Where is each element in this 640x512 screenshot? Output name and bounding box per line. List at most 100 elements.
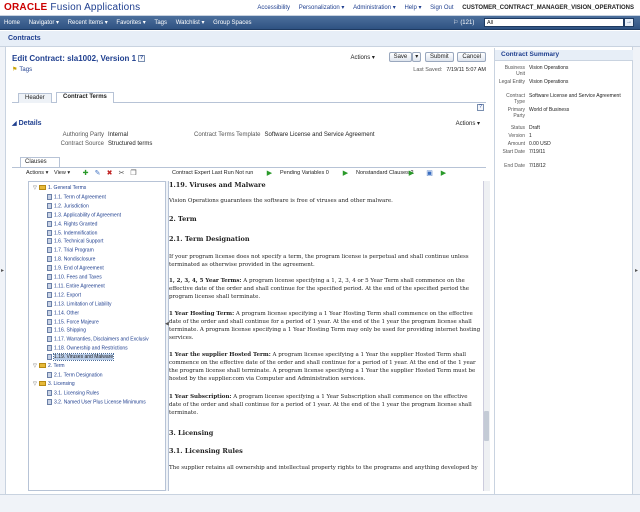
nav-favorites[interactable]: Favorites ▾ — [116, 20, 145, 26]
last-saved: Last Saved: 7/19/11 5:07 AM — [413, 67, 486, 73]
run-expert-icon[interactable]: ▶ — [266, 170, 273, 177]
document-icon — [47, 291, 52, 298]
nav-right: ⚐ (121) All → — [453, 18, 634, 27]
tree-item[interactable]: 1.1. Term of Agreement — [47, 193, 106, 201]
tree-item[interactable]: 1.17. Warranties, Disclaimers and Exclus… — [47, 336, 149, 343]
cut-icon[interactable]: ✂ — [118, 170, 125, 177]
tree-item[interactable]: 1.7. Trial Program — [47, 247, 94, 254]
actions-menu[interactable]: Actions ▾ — [351, 55, 375, 61]
summary-field-label: Status — [510, 125, 525, 131]
preview-icon[interactable]: ▣ — [426, 170, 433, 177]
doc-scrollbar[interactable] — [483, 181, 490, 491]
clauses-actions-menu[interactable]: Actions ▾ — [26, 170, 48, 176]
search-scope-select[interactable]: All — [484, 18, 624, 27]
edit-icon[interactable]: ✎ — [94, 170, 101, 177]
cancel-button[interactable]: Cancel — [457, 52, 486, 62]
clauses-view-menu[interactable]: View ▾ — [54, 170, 70, 176]
tree-item[interactable]: 1.5. Indemnification — [47, 229, 97, 237]
tree-item[interactable]: 1.16. Shipping — [47, 327, 86, 334]
tree-item[interactable]: 1.18. Ownership and Restrictions — [47, 345, 128, 352]
contract-summary-panel: Contract Summary Business Unit Vision Ope… — [494, 48, 633, 494]
terms-help-icon[interactable]: ? — [477, 104, 484, 111]
tab-header[interactable]: Header — [18, 93, 52, 103]
main-panel: Edit Contract: sla1002, Version 1? ⚑ Tags… — [8, 48, 492, 494]
last-saved-value: 7/19/11 5:07 AM — [446, 67, 486, 73]
document-icon — [47, 247, 52, 254]
copy-icon[interactable]: ❐ — [130, 170, 137, 177]
tab-contract-terms[interactable]: Contract Terms — [56, 92, 114, 103]
pending-variables-icon[interactable]: ▶ — [342, 170, 349, 177]
pending-variables-value: 0 — [325, 170, 329, 176]
tree-item-label: 1.10. Fees and Taxes — [54, 274, 102, 281]
tree-item[interactable]: ▽ 3. Licensing — [33, 381, 75, 388]
page-title: Edit Contract: sla1002, Version 1? — [12, 54, 146, 63]
tree-item[interactable]: 1.15. Force Majeure — [47, 318, 99, 326]
tree-item[interactable]: 3.2. Named User Plus License Minimums — [47, 398, 146, 406]
current-user: CUSTOMER_CONTRACT_MANAGER_VISION_OPERATI… — [462, 5, 634, 11]
nonstandard-clauses-icon[interactable]: ▶ — [408, 170, 415, 177]
tree-item[interactable]: 1.11. Entire Agreement — [47, 282, 105, 290]
notifications-icon[interactable]: ⚐ — [453, 20, 458, 26]
left-pane-collapse[interactable]: ▸ — [0, 47, 6, 494]
right-pane-collapse[interactable]: ▸ — [632, 47, 640, 494]
export-icon[interactable]: ▶ — [440, 170, 447, 177]
nav-navigator[interactable]: Navigator ▾ — [29, 20, 59, 26]
tree-item[interactable]: 3.1. Licensing Rules — [47, 389, 99, 397]
nav-recent-items[interactable]: Recent Items ▾ — [68, 20, 108, 26]
document-icon — [47, 256, 52, 263]
area-title-bar: Contracts — [0, 31, 640, 47]
tree-item-label: 1.1. Term of Agreement — [54, 194, 106, 201]
sign-out-link[interactable]: Sign Out — [430, 5, 453, 11]
notifications-count[interactable]: (121) — [460, 20, 474, 26]
tree-item[interactable]: 2.1. Term Designation — [47, 371, 103, 379]
tree-item[interactable]: 1.19. Viruses and Malware — [47, 353, 115, 362]
save-button[interactable]: Save — [388, 52, 413, 62]
personalization-menu[interactable]: Personalization ▾ — [299, 5, 345, 11]
document-icon — [47, 274, 52, 280]
folder-icon — [39, 380, 46, 386]
expand-left-icon[interactable]: ▸ — [1, 267, 4, 274]
tree-item[interactable]: ▽ 1. General Terms — [33, 185, 86, 192]
tree-item-label: 1.8. Nondisclosure — [54, 256, 96, 263]
tree-item[interactable]: 1.6. Technical Support — [47, 238, 103, 245]
tab-clauses[interactable]: Clauses — [20, 157, 60, 167]
summary-field-value: Vision Operations — [529, 79, 569, 85]
summary-field-value: Software License and Service Agreement — [529, 93, 621, 99]
status-bar — [0, 494, 640, 512]
tree-item[interactable]: 1.9. End of Agreement — [47, 265, 104, 272]
details-header[interactable]: ◢ Details — [12, 120, 42, 127]
tree-item[interactable]: 1.12. Export — [47, 291, 81, 299]
details-actions-menu[interactable]: Actions ▾ — [456, 120, 480, 127]
accessibility-link[interactable]: Accessibility — [257, 5, 290, 11]
add-icon[interactable]: ✚ — [82, 170, 89, 177]
tree-item[interactable]: 1.8. Nondisclosure — [47, 256, 95, 263]
tree-item[interactable]: 1.14. Other — [47, 309, 79, 317]
collapse-right-icon[interactable]: ▸ — [635, 267, 638, 274]
summary-field-label: Legal Entity — [498, 79, 525, 85]
delete-icon[interactable]: ✖ — [106, 170, 113, 177]
help-icon[interactable]: ? — [138, 55, 146, 63]
clause-tree: ▽ 1. General Terms 1.1. Term of Agreement 1… — [28, 181, 166, 491]
nav-watchlist[interactable]: Watchlist ▾ — [176, 20, 205, 26]
summary-field-label: Primary Party — [507, 107, 525, 119]
tree-item[interactable]: 1.4. Rights Granted — [47, 220, 97, 228]
tags-link[interactable]: ⚑ Tags — [12, 66, 32, 73]
tree-item[interactable]: 1.10. Fees and Taxes — [47, 274, 102, 281]
tab-strip: Header Contract Terms — [12, 91, 486, 103]
administration-menu[interactable]: Administration ▾ — [353, 5, 396, 11]
nav-home[interactable]: Home — [4, 20, 20, 26]
collapse-details-icon[interactable]: ◢ — [12, 121, 17, 127]
search-go-button[interactable]: → — [624, 18, 634, 27]
tree-item[interactable]: ▽ 2. Term — [33, 363, 65, 370]
tree-item[interactable]: 1.3. Applicability of Agreement — [47, 211, 121, 219]
nav-tags[interactable]: Tags — [154, 20, 167, 26]
tree-item[interactable]: 1.13. Limitation of Liability — [47, 300, 112, 308]
nav-group-spaces[interactable]: Group Spaces — [213, 20, 251, 26]
save-dropdown-button[interactable]: ▾ — [412, 52, 422, 62]
tree-item[interactable]: 1.2. Jurisdiction — [47, 202, 89, 210]
doc-scroll-thumb[interactable] — [484, 411, 489, 441]
tree-item-label: 3. Licensing — [48, 380, 75, 387]
submit-button[interactable]: Submit — [424, 52, 454, 62]
help-menu[interactable]: Help ▾ — [404, 5, 421, 11]
doc-para-supplier-hosted: 1 Year the supplier Hosted Term: A progr… — [169, 351, 481, 383]
